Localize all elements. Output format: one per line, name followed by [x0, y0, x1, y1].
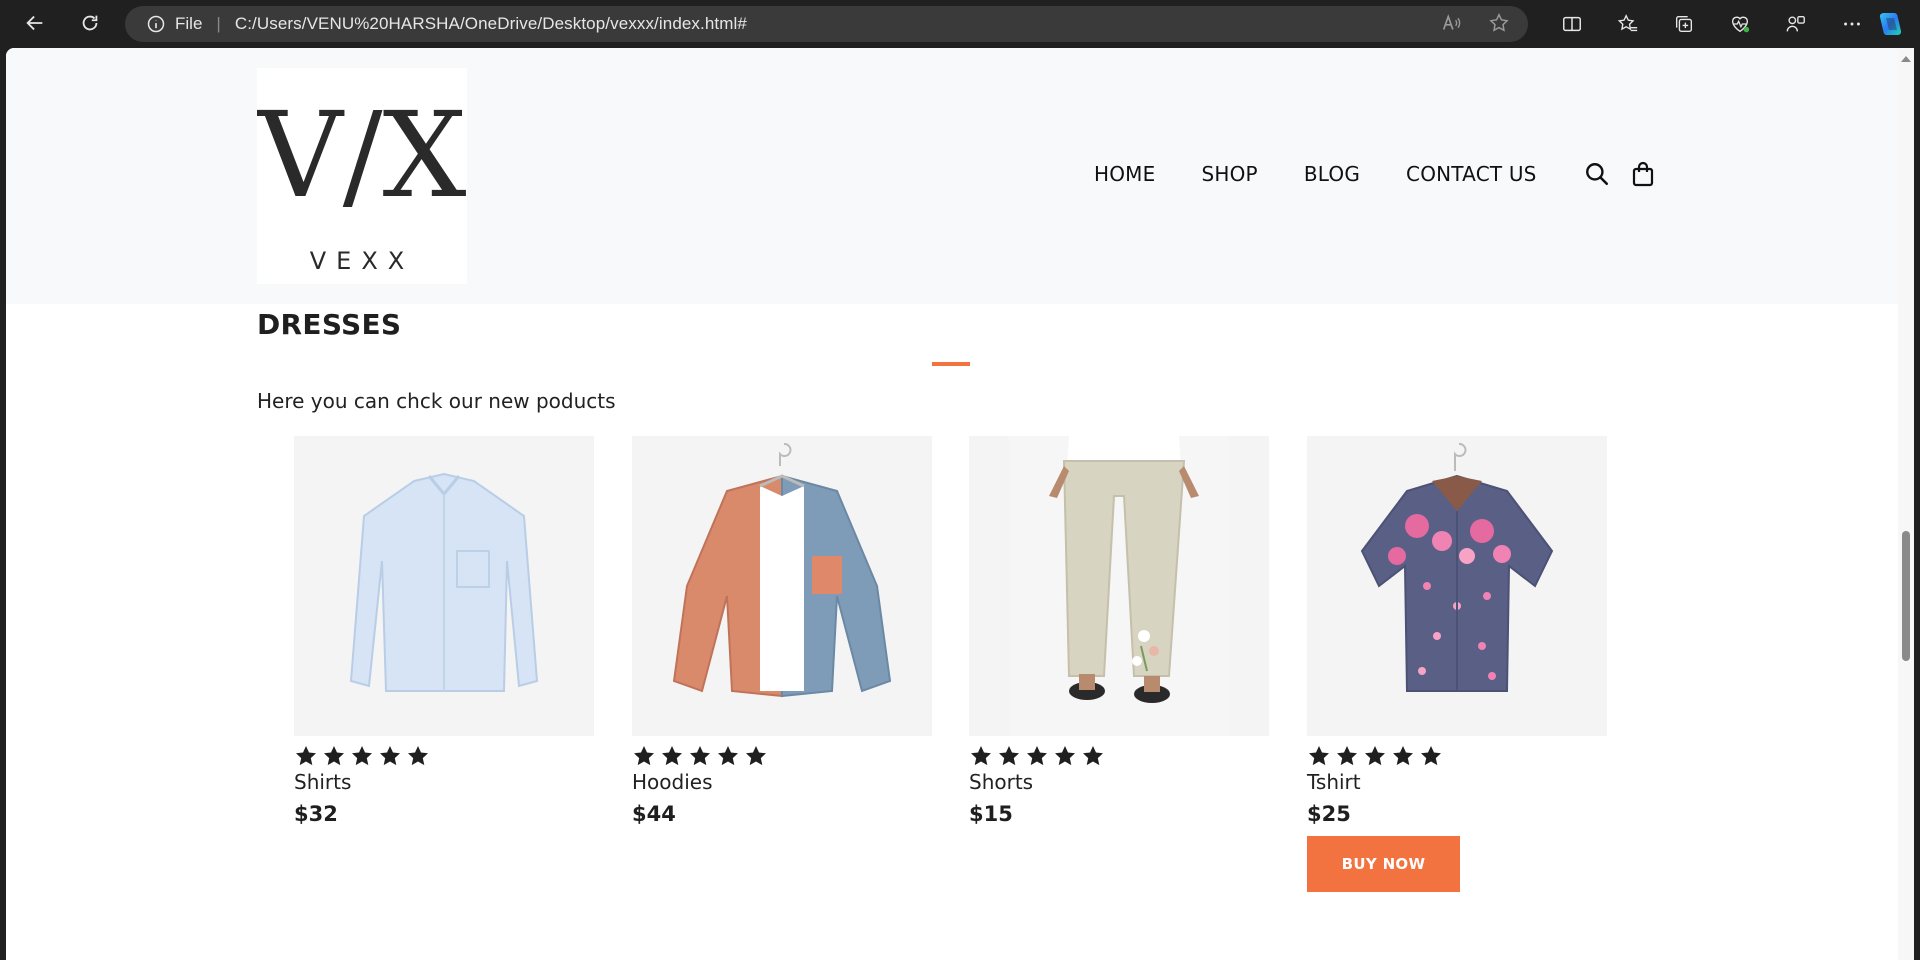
nav-contact-us[interactable]: CONTACT US	[1406, 162, 1537, 186]
product-name[interactable]: Shirts	[294, 770, 594, 794]
star-icon	[1421, 746, 1441, 766]
product-price: $44	[632, 802, 676, 826]
extensions-icon[interactable]	[1768, 4, 1824, 44]
address-bar[interactable]: File | C:/Users/VENU%20HARSHA/OneDrive/D…	[125, 6, 1528, 42]
star-icon	[999, 746, 1019, 766]
star-icon	[1365, 746, 1385, 766]
star-icon	[971, 746, 991, 766]
star-icon	[1309, 746, 1329, 766]
buy-now-button[interactable]: BUY NOW	[1307, 836, 1460, 892]
search-icon[interactable]	[1583, 160, 1611, 188]
section-subtitle: Here you can chck our new poducts	[257, 389, 616, 413]
product-price: $25	[1307, 802, 1351, 826]
info-icon[interactable]	[145, 13, 167, 35]
product-image-floral-shirt[interactable]	[1307, 436, 1607, 736]
product-image-shirt[interactable]	[294, 436, 594, 736]
page-scrollbar[interactable]	[1898, 48, 1914, 960]
favorites-icon[interactable]	[1600, 4, 1656, 44]
product-name[interactable]: Shorts	[969, 770, 1269, 794]
main-nav: HOME SHOP BLOG CONTACT US	[1094, 160, 1675, 188]
star-icon	[690, 746, 710, 766]
star-icon	[634, 746, 654, 766]
site-header: V/X VEXX HOME SHOP BLOG CONTACT US	[6, 48, 1898, 304]
product-image-hoodie[interactable]	[632, 436, 932, 736]
browser-essentials-icon[interactable]	[1712, 4, 1768, 44]
address-separator: |	[216, 14, 221, 33]
product-card[interactable]: Tshirt $25 BUY NOW	[1307, 436, 1607, 892]
reload-icon[interactable]	[70, 3, 110, 43]
favorite-star-icon[interactable]	[1488, 12, 1510, 39]
rating-stars	[632, 744, 932, 768]
rating-stars	[294, 744, 594, 768]
nav-home[interactable]: HOME	[1094, 162, 1155, 186]
star-icon	[324, 746, 344, 766]
product-card[interactable]: Shorts $15	[969, 436, 1269, 826]
star-icon	[1393, 746, 1413, 766]
shopping-bag-icon[interactable]	[1629, 160, 1657, 188]
product-name[interactable]: Hoodies	[632, 770, 932, 794]
title-underline	[932, 362, 970, 366]
star-icon	[408, 746, 428, 766]
star-icon	[662, 746, 682, 766]
browser-toolbar: File | C:/Users/VENU%20HARSHA/OneDrive/D…	[0, 0, 1920, 48]
brand-logo[interactable]: V/X VEXX	[256, 68, 467, 284]
product-card[interactable]: Hoodies $44	[632, 436, 932, 826]
star-icon	[380, 746, 400, 766]
star-icon	[746, 746, 766, 766]
copilot-icon[interactable]	[1875, 9, 1905, 39]
more-options-icon[interactable]	[1824, 4, 1880, 44]
product-grid: Shirts $32 Hoodies $44 Shorts $15 Tshirt…	[294, 436, 1614, 896]
brand-mark: V/X	[257, 86, 466, 224]
nav-blog[interactable]: BLOG	[1304, 162, 1360, 186]
product-card[interactable]: Shirts $32	[294, 436, 594, 826]
back-icon[interactable]	[15, 3, 55, 43]
product-price: $32	[294, 802, 338, 826]
star-icon	[1027, 746, 1047, 766]
scroll-up-arrow-icon[interactable]	[1901, 56, 1911, 62]
section-title: DRESSES	[257, 308, 402, 341]
product-price: $15	[969, 802, 1013, 826]
rating-stars	[969, 744, 1269, 768]
rating-stars	[1307, 744, 1607, 768]
split-screen-icon[interactable]	[1544, 4, 1600, 44]
brand-name: VEXX	[310, 247, 414, 275]
star-icon	[296, 746, 316, 766]
collections-icon[interactable]	[1656, 4, 1712, 44]
protocol-label: File	[175, 14, 203, 33]
star-icon	[1083, 746, 1103, 766]
star-icon	[1337, 746, 1357, 766]
page-viewport: V/X VEXX HOME SHOP BLOG CONTACT US DRESS…	[6, 48, 1904, 960]
nav-shop[interactable]: SHOP	[1201, 162, 1257, 186]
star-icon	[1055, 746, 1075, 766]
star-icon	[718, 746, 738, 766]
address-actions	[1440, 12, 1510, 39]
product-name[interactable]: Tshirt	[1307, 770, 1607, 794]
toolbar-icons	[1544, 4, 1880, 44]
product-image-trousers[interactable]	[969, 436, 1269, 736]
star-icon	[352, 746, 372, 766]
url-text[interactable]: C:/Users/VENU%20HARSHA/OneDrive/Desktop/…	[235, 14, 747, 34]
scrollbar-thumb[interactable]	[1902, 531, 1910, 661]
read-aloud-icon[interactable]	[1440, 12, 1462, 39]
